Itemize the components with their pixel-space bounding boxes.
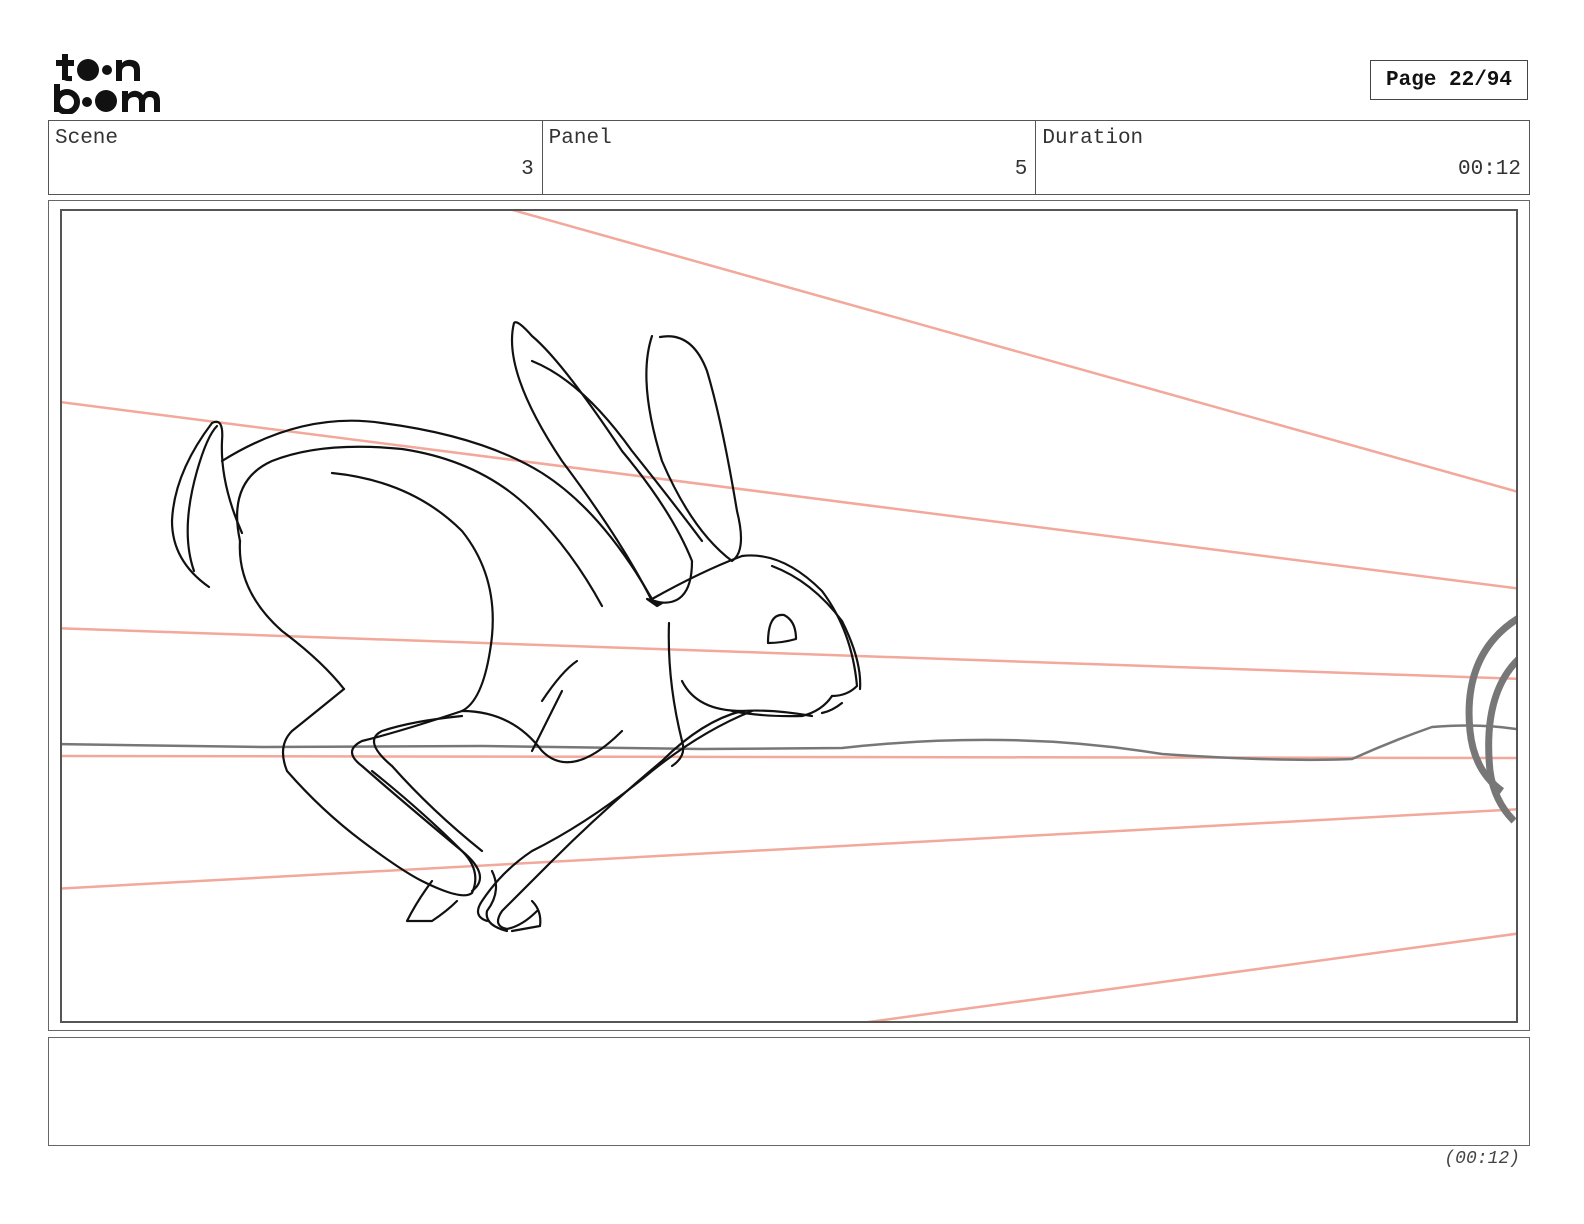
page-number-label: Page 22/94 — [1385, 68, 1513, 92]
rabbit-sketch — [62, 211, 1516, 1021]
panel-cell: Panel 5 — [543, 121, 1037, 194]
guide-lines — [62, 211, 1516, 1021]
info-table: Scene 3 Panel 5 Duration 00:12 — [48, 120, 1530, 195]
rabbit-drawing — [170, 321, 862, 933]
scene-value: 3 — [521, 158, 534, 181]
panel-image — [60, 209, 1518, 1023]
scene-cell: Scene 3 — [49, 121, 543, 194]
notes-box — [48, 1037, 1530, 1146]
page-number: Page 22/94 — [1370, 60, 1528, 100]
duration-cell: Duration 00:12 — [1036, 121, 1529, 194]
scene-label: Scene — [55, 127, 119, 150]
toon-boom-logo — [50, 48, 166, 115]
duration-label: Duration — [1042, 127, 1144, 150]
duration-value: 00:12 — [1458, 158, 1522, 181]
panel-value: 5 — [1014, 158, 1028, 181]
ground-line — [62, 724, 1516, 762]
footer-duration: (00:12) — [1444, 1149, 1520, 1169]
panel-label: Panel — [548, 127, 612, 150]
storyboard-panel — [48, 200, 1530, 1031]
arch-shapes — [1465, 615, 1516, 824]
